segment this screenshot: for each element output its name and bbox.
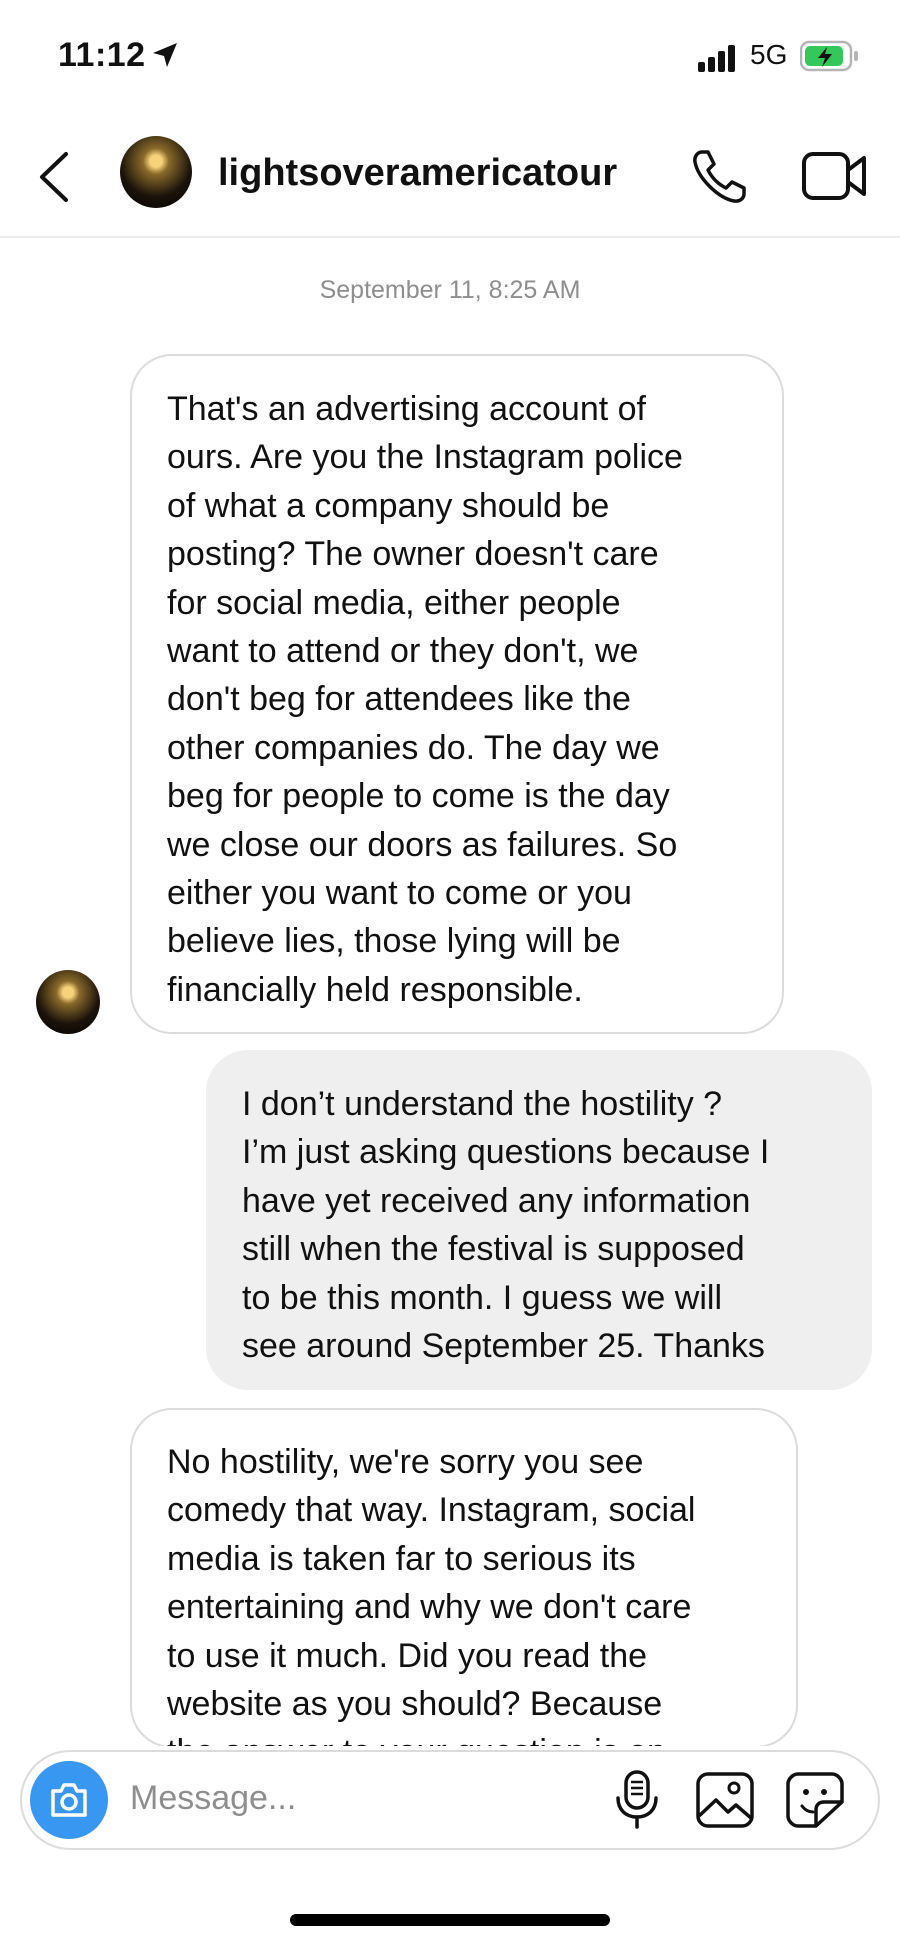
status-time: 11:12: [58, 36, 146, 74]
signal-bars-icon: [698, 45, 735, 72]
phone-icon[interactable]: [690, 148, 748, 206]
outgoing-message[interactable]: I don’t understand the hostility ? I’m j…: [206, 1050, 872, 1390]
message-line: website as you should? Because: [167, 1685, 663, 1724]
message-line: want to attend or they don't, we: [167, 632, 639, 671]
message-line: ours. Are you the Instagram police: [167, 438, 683, 477]
message-line: for social media, either people: [167, 583, 621, 622]
location-arrow-icon: [153, 43, 177, 67]
microphone-icon[interactable]: [614, 1770, 660, 1830]
camera-button[interactable]: [30, 1761, 108, 1839]
video-camera-icon[interactable]: [802, 150, 868, 202]
message-line: entertaining and why we don't care: [167, 1588, 692, 1627]
message-line: media is taken far to serious its: [167, 1539, 636, 1578]
message-line: That's an advertising account of: [167, 390, 646, 428]
message-line: either you want to come or you: [167, 874, 632, 913]
message-line: I don’t understand the hostility ?: [242, 1085, 723, 1123]
message-line: we close our doors as failures. So: [167, 825, 678, 864]
message-line: of what a company should be: [167, 486, 610, 525]
sender-avatar[interactable]: [36, 970, 100, 1034]
message-line: see around September 25. Thanks: [242, 1327, 765, 1366]
message-line: financially held responsible.: [167, 970, 583, 1009]
message-line: believe lies, those lying will be: [167, 922, 621, 961]
message-line: beg for people to come is the day: [167, 777, 670, 816]
gallery-icon[interactable]: [696, 1772, 754, 1828]
message-line: I’m just asking questions because I: [242, 1133, 770, 1172]
incoming-message[interactable]: That's an advertising account of ours. A…: [130, 354, 784, 1034]
status-bar: 11:12 5G: [0, 0, 900, 110]
message-line: other companies do. The day we: [167, 728, 660, 767]
message-line: No hostility, we're sorry you see: [167, 1443, 644, 1481]
message-timestamp: September 11, 8:25 AM: [319, 276, 581, 304]
network-type: 5G: [750, 39, 788, 70]
message-line: have yet received any information: [242, 1181, 751, 1220]
message-line: still when the festival is supposed: [242, 1230, 745, 1269]
message-input[interactable]: Message...: [130, 1779, 296, 1818]
sticker-icon[interactable]: [786, 1772, 844, 1828]
message-line: to be this month. I guess we will: [242, 1278, 723, 1317]
battery-charging-icon: [800, 40, 858, 72]
message-line: don't beg for attendees like the: [167, 680, 631, 719]
message-line: to use it much. Did you read the: [167, 1636, 648, 1675]
message-line: comedy that way. Instagram, social: [167, 1491, 696, 1530]
profile-avatar[interactable]: [120, 136, 192, 208]
chat-username[interactable]: lightsoveramericatour: [218, 152, 617, 195]
back-chevron-icon[interactable]: [36, 150, 72, 204]
camera-icon: [51, 1783, 87, 1817]
incoming-message[interactable]: No hostility, we're sorry you see comedy…: [130, 1408, 798, 1748]
message-line: posting? The owner doesn't care: [167, 535, 659, 574]
home-indicator: [290, 1914, 610, 1926]
